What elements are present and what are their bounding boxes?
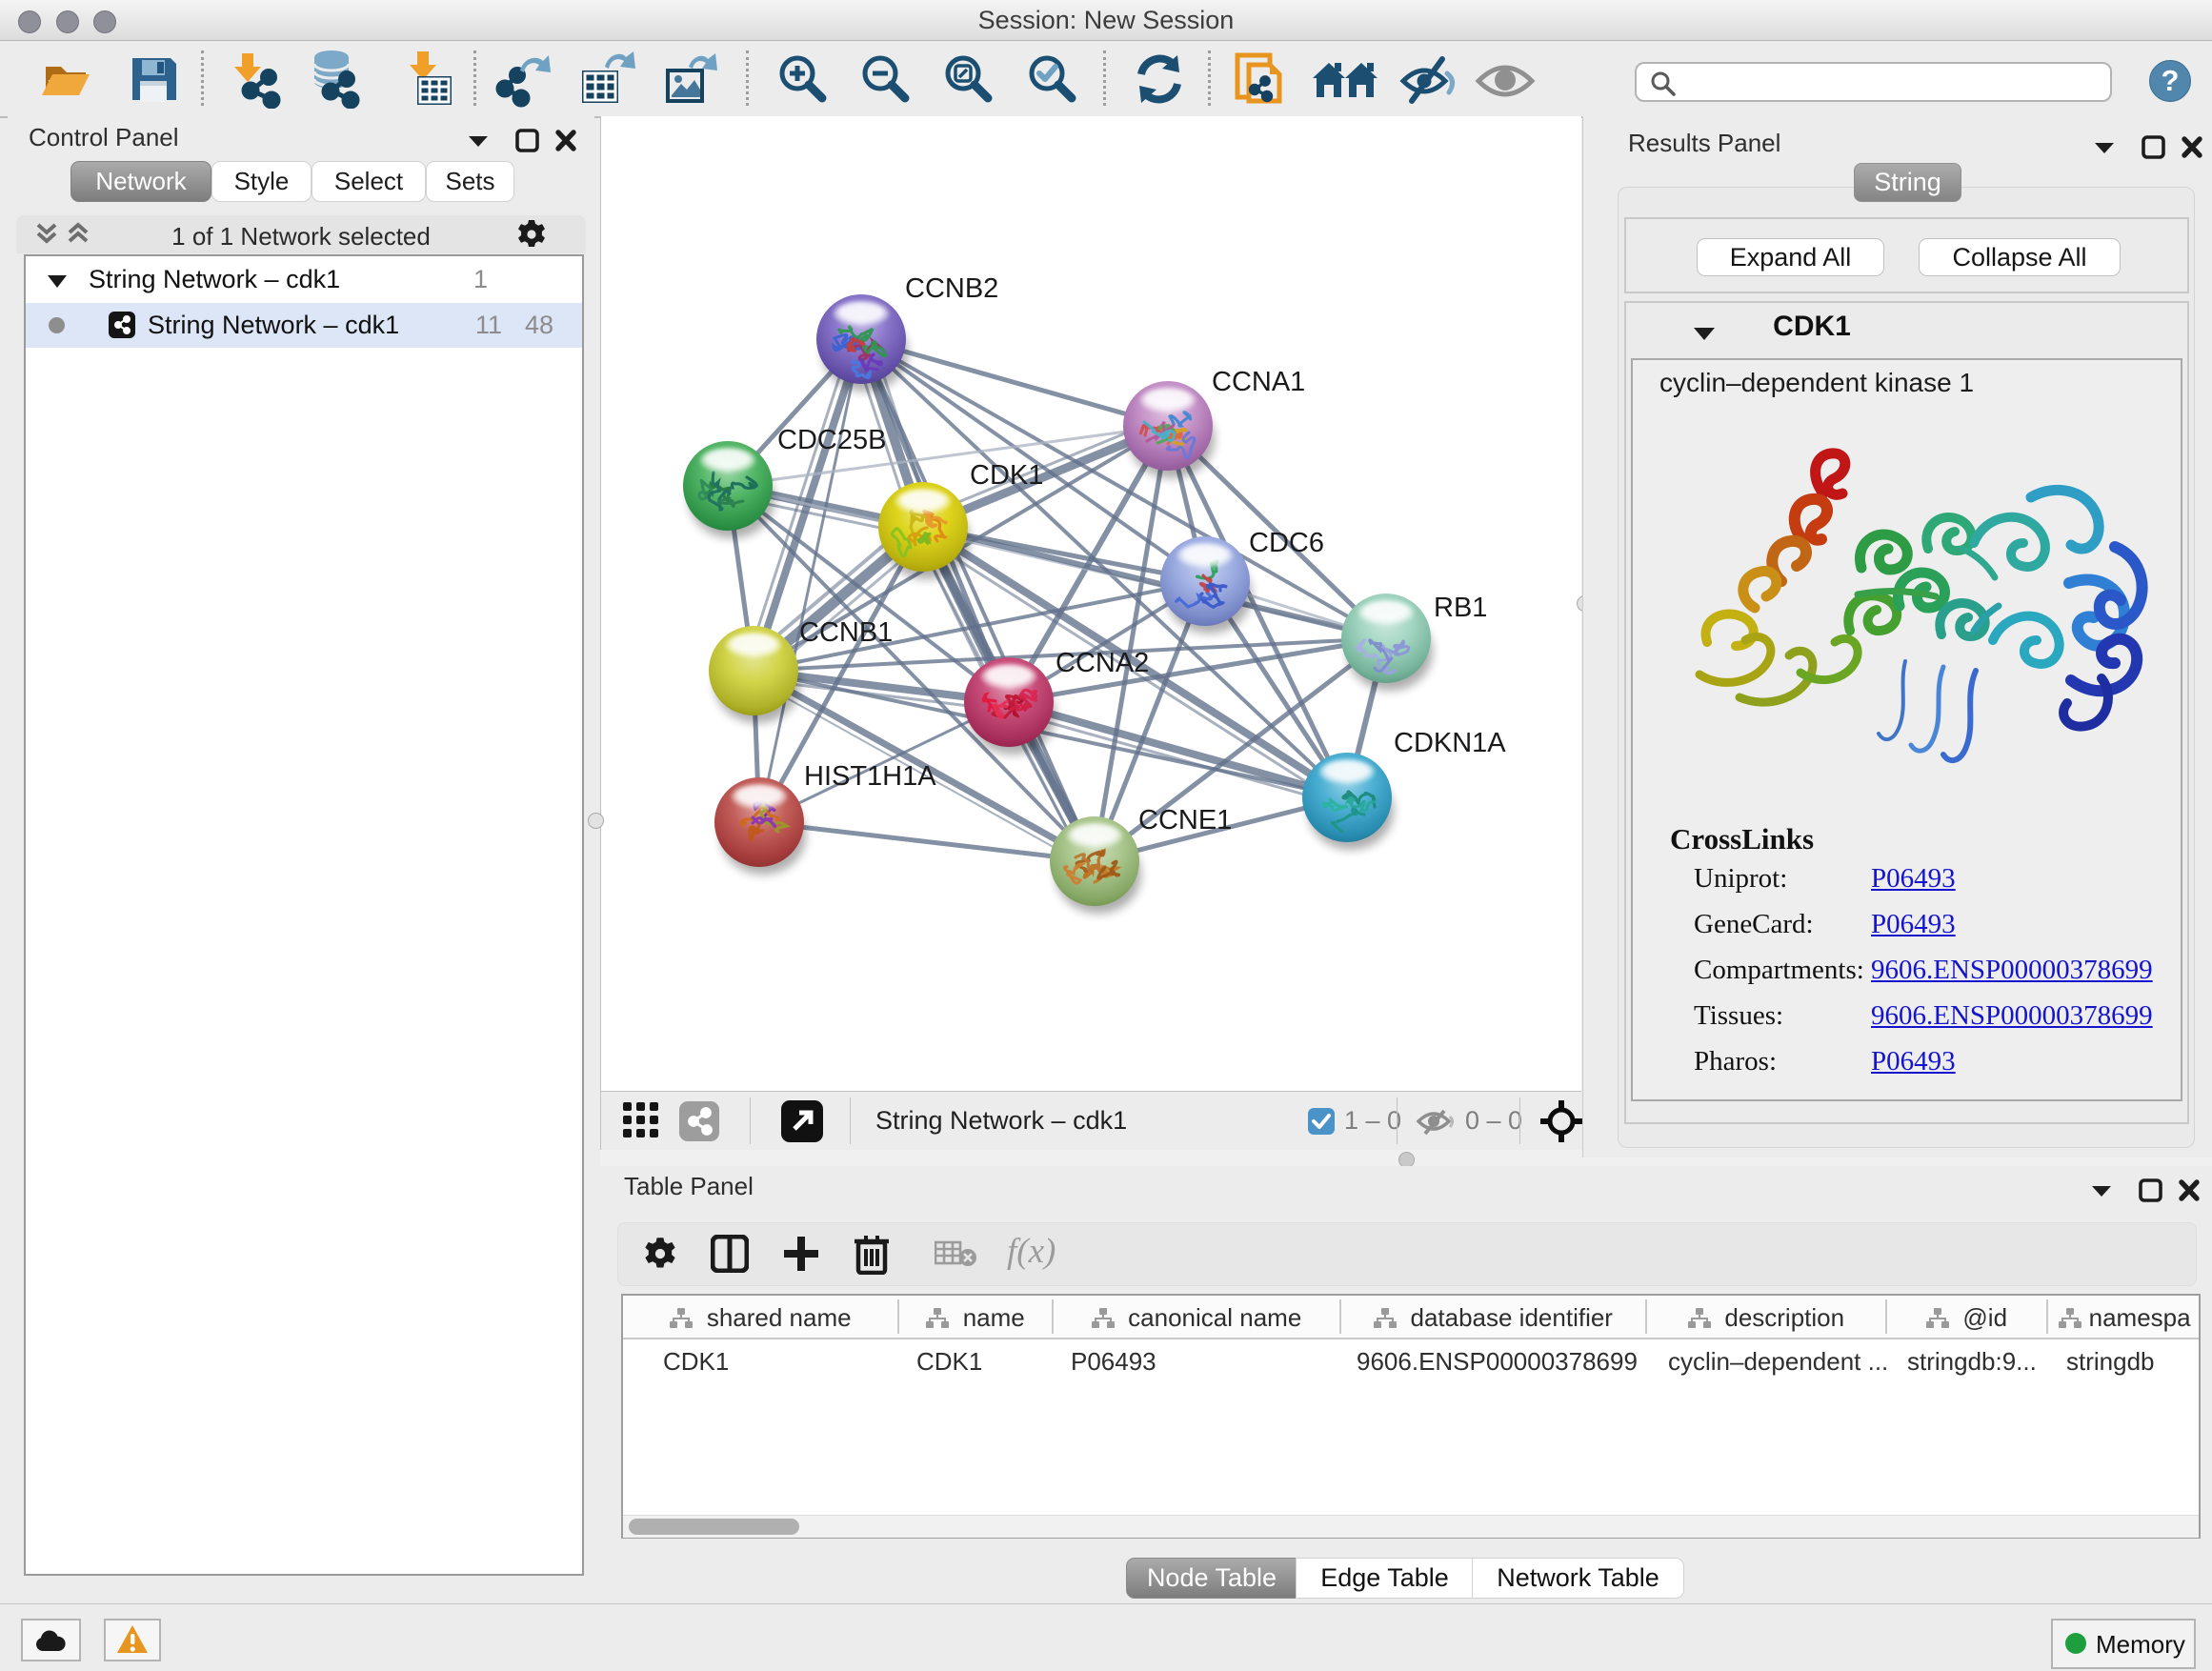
svg-text:CCNE1: CCNE1	[1138, 805, 1232, 836]
svg-text:CDK1: CDK1	[970, 460, 1043, 491]
svg-text:RB1: RB1	[1434, 593, 1487, 623]
svg-text:CDC25B: CDC25B	[777, 425, 886, 455]
svg-text:CDC6: CDC6	[1249, 528, 1324, 558]
svg-text:HIST1H1A: HIST1H1A	[804, 761, 936, 792]
svg-text:CCNB2: CCNB2	[905, 273, 998, 304]
svg-text:CDKN1A: CDKN1A	[1394, 728, 1506, 758]
svg-text:CCNA1: CCNA1	[1212, 367, 1305, 397]
svg-text:CCNB1: CCNB1	[799, 617, 893, 648]
svg-text:CCNA2: CCNA2	[1056, 648, 1149, 678]
